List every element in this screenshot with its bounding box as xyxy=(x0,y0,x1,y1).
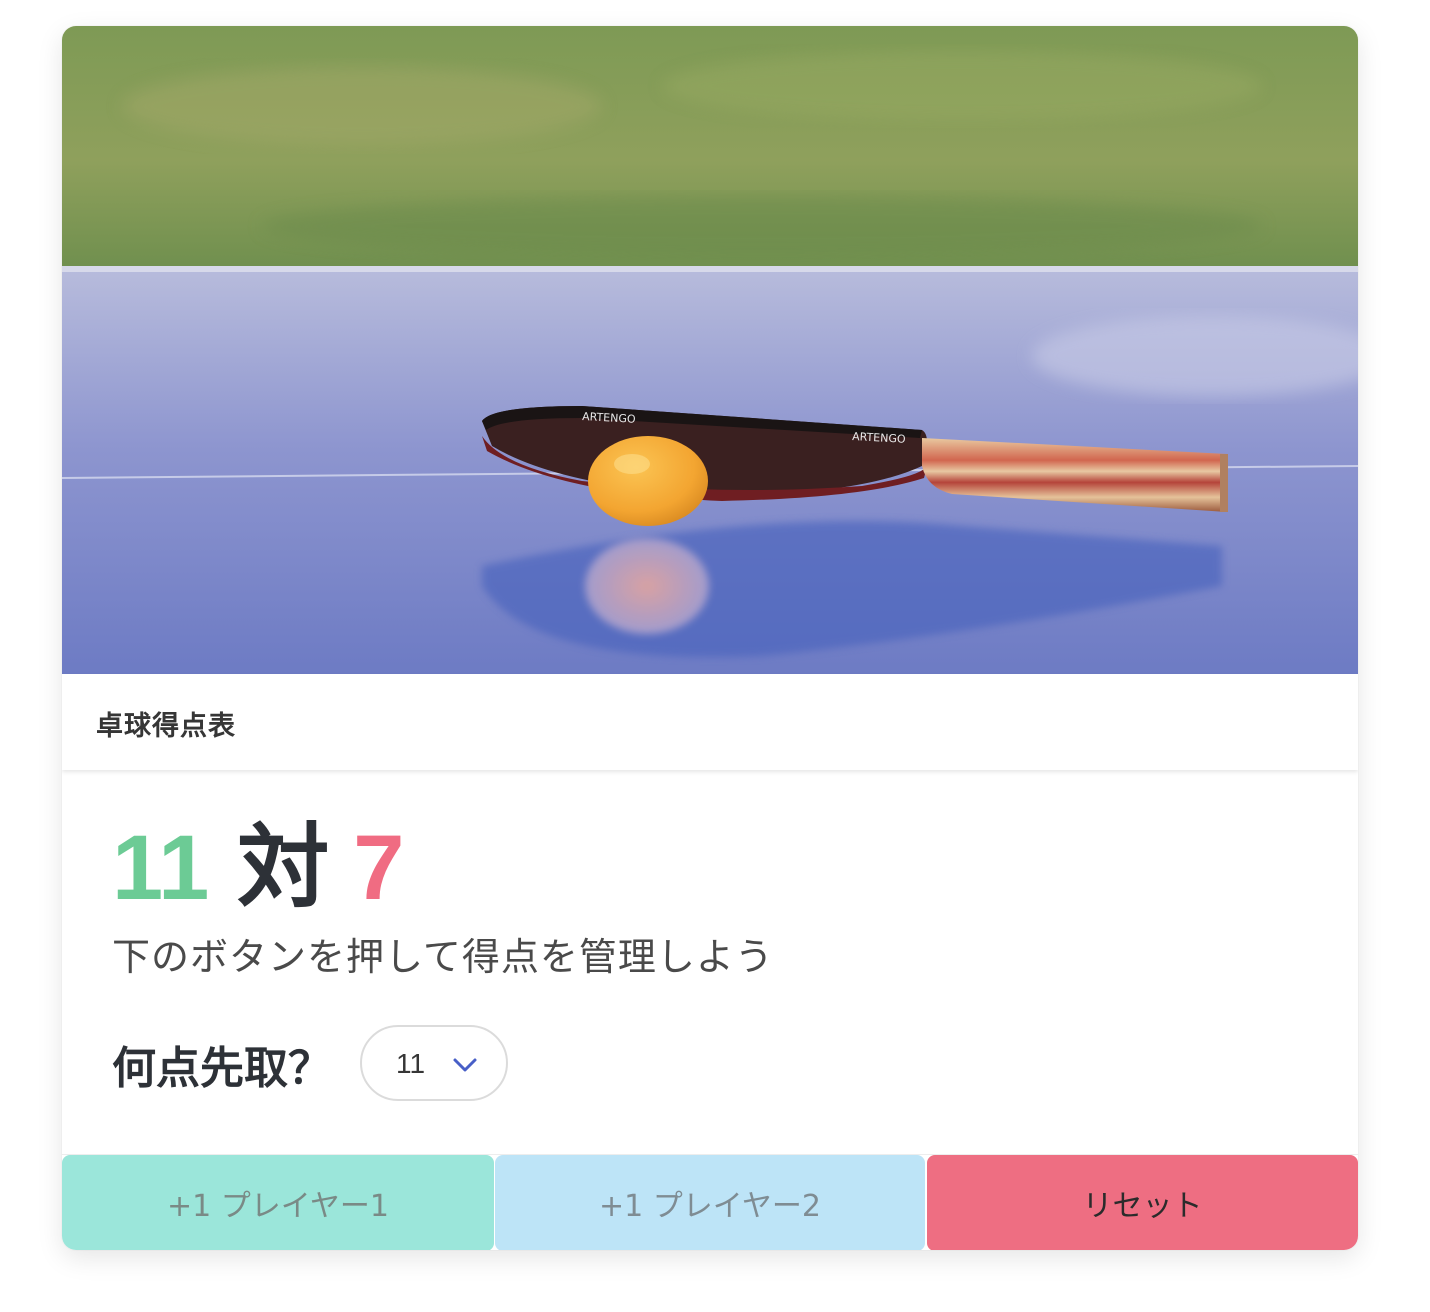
score-separator: 対 xyxy=(237,817,330,919)
card-header: 卓球得点表 xyxy=(62,674,1358,770)
target-points-label: 何点先取？ xyxy=(112,1043,332,1094)
target-points-select[interactable]: 11 xyxy=(360,1025,508,1101)
chevron-down-icon xyxy=(453,1058,477,1072)
player1-score: 11 xyxy=(112,817,210,919)
add-point-player1-button[interactable]: +1 プレイヤー1 xyxy=(62,1155,494,1250)
card-content: 11 対 7 下のボタンを押して得点を管理しよう 何点先取？ 11 xyxy=(62,770,1358,1154)
player2-score: 7 xyxy=(353,817,405,919)
instruction-text: 下のボタンを押して得点を管理しよう xyxy=(112,935,774,979)
card-footer: +1 プレイヤー1 +1 プレイヤー2 リセット xyxy=(62,1154,1358,1250)
target-points-value: 11 xyxy=(396,1048,426,1079)
score-display: 11 対 7 xyxy=(112,822,404,914)
ping-pong-photo: ARTENGO ARTENGO xyxy=(62,26,1358,674)
add-point-player2-button[interactable]: +1 プレイヤー2 xyxy=(495,1155,925,1250)
reset-button[interactable]: リセット xyxy=(927,1155,1358,1250)
scoreboard-card: ARTENGO ARTENGO 卓球得点表 11 対 7 下のボタンを押して得点を管… xyxy=(62,26,1358,1250)
app-title: 卓球得点表 xyxy=(96,711,236,742)
